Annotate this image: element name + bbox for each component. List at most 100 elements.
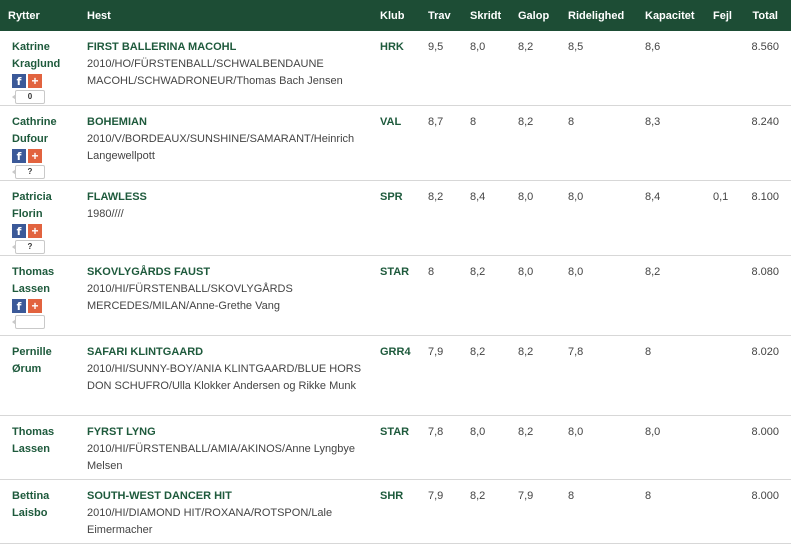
ridelighed-score: 8,0 [568,426,584,438]
rider-name-last[interactable]: Laisbo [12,505,79,522]
horse-name[interactable]: BOHEMIAN [87,114,372,131]
horse-cell: FLAWLESS 1980//// [79,181,372,256]
horse-name[interactable]: SAFARI KLINTGAARD [87,344,372,361]
skridt-score: 8,2 [470,266,486,278]
ridelighed-score: 7,8 [568,346,584,358]
galop-score: 8,2 [518,41,534,53]
ridelighed-score: 8 [568,116,575,128]
table-row: Cathrine Dufour f +? BOHEMIAN 2010/V/BORDEAUX… [0,106,791,181]
club-cell[interactable]: VAL [372,106,420,181]
horse-name[interactable]: FLAWLESS [87,189,372,206]
rider-name-last[interactable]: Dufour [12,131,79,148]
horse-name[interactable]: SOUTH-WEST DANCER HIT [87,488,372,505]
horse-info: 2010/HI/FÜRSTENBALL/AMIA/AKINOS/Anne Lyn… [87,443,355,472]
rider-name-first[interactable]: Thomas [12,264,79,281]
share-buttons: f + [12,74,79,88]
trav-score: 7,9 [428,490,444,502]
rider-name-last[interactable]: Kraglund [12,56,79,73]
trav-score: 8 [428,266,435,278]
horse-info: 2010/HO/FÜRSTENBALL/SCHWALBENDAUNE MACOH… [87,58,343,87]
skridt-score: 8 [470,116,477,128]
ridelighed-score: 8,0 [568,266,584,278]
horse-name[interactable]: FYRST LYNG [87,424,372,441]
horse-cell: BOHEMIAN 2010/V/BORDEAUX/SUNSHINE/SAMARAN… [79,106,372,181]
galop-score: 8,0 [518,191,534,203]
rider-name-first[interactable]: Pernille [12,344,79,361]
galop-score: 7,9 [518,490,534,502]
kapacitet-score: 8 [645,490,652,502]
galop-score: 8,2 [518,116,534,128]
horse-cell: SAFARI KLINTGAARD 2010/HI/SUNNY-BOY/ANIA … [79,336,372,416]
kapacitet-score: 8,2 [645,266,661,278]
share-count: ? [12,165,45,179]
share-buttons: f + [12,299,79,313]
rider-name-last[interactable]: Lassen [12,281,79,298]
trav-score: 8,2 [428,191,444,203]
rider-name-first[interactable]: Bettina [12,488,79,505]
ridelighed-score: 8 [568,490,575,502]
col-header-trav[interactable]: Trav [420,0,462,31]
total-score: 8.100 [751,191,779,203]
total-score: 8.240 [751,116,779,128]
fejl-score: 0,1 [713,191,729,203]
table-row: Thomas Lassen FYRST LYNG 2010/HI/FÜRSTENBAL… [0,416,791,480]
rider-name-last[interactable]: Lassen [12,441,79,458]
club-cell[interactable]: STAR [372,256,420,336]
col-header-ridelighed[interactable]: Ridelighed [560,0,637,31]
rider-name-last[interactable]: Florin [12,206,79,223]
horse-info: 2010/HI/DIAMOND HIT/ROXANA/ROTSPON/Lale … [87,507,333,536]
ridelighed-score: 8,5 [568,41,584,53]
table-row: Thomas Lassen f + SKOVLYGÅRDS FAUST 2010/HI/F… [0,256,791,336]
kapacitet-score: 8,3 [645,116,661,128]
table-header-row: Rytter Hest Klub Trav Skridt Galop Ridel… [0,0,791,31]
fejl-score [705,106,743,181]
facebook-icon[interactable]: f [12,74,26,88]
fejl-score [705,256,743,336]
col-header-fejl[interactable]: Fejl [705,0,743,31]
col-header-club[interactable]: Klub [372,0,420,31]
results-table: Rytter Hest Klub Trav Skridt Galop Ridel… [0,0,791,544]
facebook-icon[interactable]: f [12,224,26,238]
rider-name-first[interactable]: Cathrine [12,114,79,131]
kapacitet-score: 8 [645,346,652,358]
table-row: Pernille Ørum SAFARI KLINTGAARD 2010/HI/SUN… [0,336,791,416]
rider-name-first[interactable]: Patricia [12,189,79,206]
horse-name[interactable]: SKOVLYGÅRDS FAUST [87,264,372,281]
col-header-total[interactable]: Total [743,0,791,31]
club-cell[interactable]: STAR [372,416,420,480]
trav-score: 8,7 [428,116,444,128]
share-buttons: f + [12,224,79,238]
share-count: 0 [12,90,45,104]
kapacitet-score: 8,6 [645,41,661,53]
rider-name-first[interactable]: Thomas [12,424,79,441]
plus-icon[interactable]: + [28,299,42,313]
rider-name-first[interactable]: Katrine [12,39,79,56]
col-header-skridt[interactable]: Skridt [462,0,510,31]
col-header-horse[interactable]: Hest [79,0,372,31]
share-count: ? [12,240,45,254]
club-cell[interactable]: SHR [372,480,420,544]
plus-icon[interactable]: + [28,74,42,88]
plus-icon[interactable]: + [28,149,42,163]
plus-icon[interactable]: + [28,224,42,238]
table-row: Katrine Kraglund f +0 FIRST BALLERINA MACOHL… [0,31,791,106]
horse-cell: SOUTH-WEST DANCER HIT 2010/HI/DIAMOND HIT… [79,480,372,544]
rider-cell: Patricia Florin f +? [0,181,79,256]
rider-cell: Cathrine Dufour f +? [0,106,79,181]
horse-cell: SKOVLYGÅRDS FAUST 2010/HI/FÜRSTENBALL/SKO… [79,256,372,336]
col-header-kapacitet[interactable]: Kapacitet [637,0,705,31]
rider-name-last[interactable]: Ørum [12,361,79,378]
trav-score: 7,8 [428,426,444,438]
col-header-galop[interactable]: Galop [510,0,560,31]
rider-cell: Thomas Lassen f + [0,256,79,336]
col-header-rider[interactable]: Rytter [0,0,79,31]
facebook-icon[interactable]: f [12,299,26,313]
share-count [12,315,45,329]
club-cell[interactable]: HRK [372,31,420,106]
facebook-icon[interactable]: f [12,149,26,163]
club-cell[interactable]: SPR [372,181,420,256]
horse-name[interactable]: FIRST BALLERINA MACOHL [87,39,372,56]
club-cell[interactable]: GRR4 [372,336,420,416]
share-buttons: f + [12,149,79,163]
rider-cell: Bettina Laisbo [0,480,79,544]
